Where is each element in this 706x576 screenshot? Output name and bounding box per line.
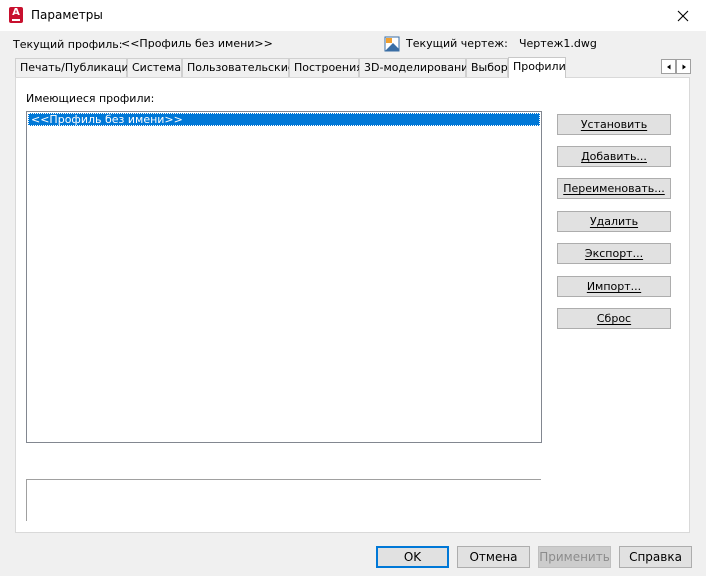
ok-button[interactable]: OK bbox=[376, 546, 449, 568]
autocad-icon: A bbox=[9, 7, 23, 23]
profiles-listbox[interactable]: <<Профиль без имени>> bbox=[26, 111, 542, 443]
current-drawing-value: Чертеж1.dwg bbox=[519, 37, 597, 50]
close-button[interactable] bbox=[660, 0, 706, 31]
arrow-left-icon bbox=[666, 64, 670, 69]
tab-drafting[interactable]: Построения bbox=[289, 58, 363, 77]
import-button[interactable]: Импорт... bbox=[557, 276, 671, 297]
reset-button[interactable]: Сброс bbox=[557, 308, 671, 329]
tab-selection[interactable]: Выбор bbox=[466, 58, 508, 77]
list-item[interactable]: <<Профиль без имени>> bbox=[28, 113, 540, 126]
current-profile-label: Текущий профиль: bbox=[13, 38, 123, 51]
window-title: Параметры bbox=[31, 8, 103, 22]
title-bar: A Параметры bbox=[0, 0, 706, 31]
profile-description-box bbox=[26, 479, 541, 521]
tab-print-publish[interactable]: Печать/Публикация bbox=[15, 58, 135, 77]
help-button[interactable]: Справка bbox=[619, 546, 692, 568]
profiles-panel: Имеющиеся профили: <<Профиль без имени>>… bbox=[15, 77, 690, 533]
set-current-button[interactable]: Установить bbox=[557, 114, 671, 135]
arrow-right-icon bbox=[682, 64, 686, 69]
cancel-button[interactable]: Отмена bbox=[457, 546, 530, 568]
tab-scroll-right-button[interactable] bbox=[676, 59, 691, 74]
export-button[interactable]: Экспорт... bbox=[557, 243, 671, 264]
delete-button[interactable]: Удалить bbox=[557, 211, 671, 232]
add-to-list-button[interactable]: Добавить... bbox=[557, 146, 671, 167]
close-icon bbox=[677, 10, 689, 21]
current-profile-value: <<Профиль без имени>> bbox=[121, 37, 273, 50]
available-profiles-label: Имеющиеся профили: bbox=[26, 92, 155, 105]
tab-system[interactable]: Система bbox=[127, 58, 182, 77]
drawing-file-icon bbox=[384, 36, 400, 52]
tab-user-preferences[interactable]: Пользовательские bbox=[182, 58, 295, 77]
current-drawing-label: Текущий чертеж: bbox=[406, 37, 508, 50]
apply-button[interactable]: Применить bbox=[538, 546, 611, 568]
tab-profiles[interactable]: Профили bbox=[508, 57, 566, 78]
tab-3d-modeling[interactable]: 3D-моделирование bbox=[359, 58, 475, 77]
rename-button[interactable]: Переименовать... bbox=[557, 178, 671, 199]
tab-scroll-left-button[interactable] bbox=[661, 59, 676, 74]
